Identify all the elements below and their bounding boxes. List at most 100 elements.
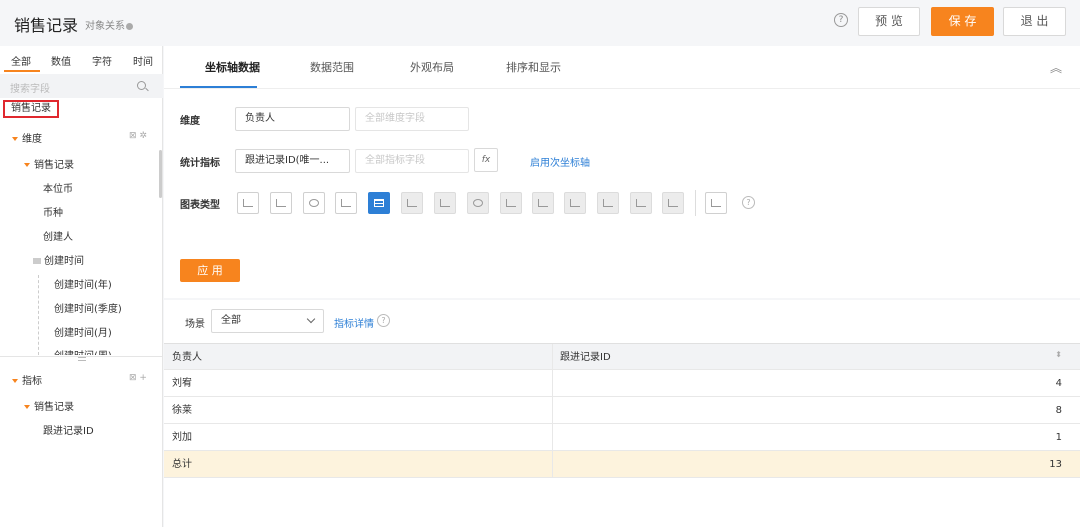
object-relation-label: 对象关系: [85, 21, 125, 32]
scene-select[interactable]: 全部: [211, 309, 324, 333]
column-header[interactable]: 负责人: [172, 344, 202, 371]
field-search[interactable]: 搜索字段: [0, 74, 163, 98]
caret-down-icon: [12, 379, 18, 383]
tab-string[interactable]: 字符: [92, 53, 112, 68]
field-item[interactable]: 跟进记录ID: [43, 422, 94, 437]
object-relation-link[interactable]: 对象关系: [85, 17, 133, 32]
metric-detail-link[interactable]: 指标详情: [334, 315, 374, 330]
save-button[interactable]: 保 存: [931, 7, 994, 36]
exit-button[interactable]: 退 出: [1003, 7, 1066, 36]
help-icon[interactable]: ?: [742, 196, 755, 209]
card-chart-icon[interactable]: [434, 192, 456, 214]
selected-object[interactable]: 销售记录: [3, 100, 59, 118]
area-chart-icon[interactable]: [401, 192, 423, 214]
field-item[interactable]: 创建时间(季度): [54, 300, 122, 315]
chart-config-panel: 坐标轴数据 数据范围 外观布局 排序和显示 ︽ 维度 负责人 全部维度字段 统计…: [164, 46, 1080, 298]
stacked-line-icon[interactable]: [597, 192, 619, 214]
funnel-chart-icon[interactable]: [335, 192, 357, 214]
search-icon[interactable]: [137, 81, 146, 90]
help-icon[interactable]: ?: [377, 314, 390, 327]
info-icon: [126, 23, 133, 30]
dimension-tools[interactable]: ⊠ ✲: [129, 131, 147, 141]
cell-value: 8: [1055, 405, 1062, 416]
table-chart-icon[interactable]: [368, 192, 390, 214]
dimension-group[interactable]: 维度: [12, 130, 42, 145]
chart-type-divider: [695, 190, 696, 216]
tree-connector: [38, 275, 39, 355]
tab-all[interactable]: 全部: [11, 53, 31, 68]
field-item[interactable]: 币种: [43, 204, 63, 219]
cell-owner: 徐莱: [172, 405, 192, 416]
chart-type-label: 图表类型: [180, 200, 220, 211]
top-header: 销售记录 对象关系 ? 预 览 保 存 退 出: [0, 0, 1080, 46]
gauge-chart-icon[interactable]: [467, 192, 489, 214]
pivot-table-icon[interactable]: [662, 192, 684, 214]
cell-owner: 刘加: [172, 432, 192, 443]
preview-panel: 场景 全部 指标详情 ? 负责人 跟进记录ID ⬍ 刘宥 4 徐莱 8 刘加 1…: [164, 300, 1080, 527]
region-map-icon[interactable]: [532, 192, 554, 214]
resize-handle[interactable]: [78, 357, 86, 361]
line-chart-icon[interactable]: [270, 192, 292, 214]
tab-sort-display[interactable]: 排序和显示: [506, 59, 561, 75]
scatter-chart-icon[interactable]: [705, 192, 727, 214]
metric-drop-area[interactable]: 全部指标字段: [355, 149, 469, 173]
dimension-group-label: 维度: [22, 134, 42, 145]
cell-value: 1: [1055, 432, 1062, 443]
caret-down-icon: [12, 137, 18, 141]
total-value: 13: [1049, 459, 1062, 470]
metric-group[interactable]: 指标: [12, 372, 42, 387]
tab-numeric[interactable]: 数值: [51, 53, 71, 68]
formula-button[interactable]: fx: [474, 148, 498, 172]
preview-button[interactable]: 预 览: [858, 7, 920, 36]
field-item[interactable]: 创建人: [43, 228, 73, 243]
bar-chart-icon[interactable]: [237, 192, 259, 214]
collapse-icon[interactable]: ︽: [1050, 59, 1062, 76]
metric-label: 统计指标: [180, 158, 220, 169]
folder-icon: [33, 258, 41, 264]
field-item[interactable]: 创建时间(月): [54, 324, 112, 339]
search-input[interactable]: 搜索字段: [10, 80, 50, 95]
metric-group-label: 指标: [22, 376, 42, 387]
column-header[interactable]: 跟进记录ID: [560, 344, 611, 371]
page-title: 销售记录: [14, 16, 79, 35]
sort-icon[interactable]: ⬍: [1055, 351, 1062, 359]
cell-value: 4: [1055, 378, 1062, 389]
scene-label: 场景: [185, 319, 205, 330]
time-group-label: 创建时间: [44, 256, 84, 267]
metric-field[interactable]: 跟进记录ID(唯一...: [235, 149, 350, 173]
caret-down-icon: [24, 405, 30, 409]
dimension-object-label: 销售记录: [34, 160, 74, 171]
scene-value: 全部: [221, 315, 241, 326]
map-chart-icon[interactable]: [500, 192, 522, 214]
dimension-object[interactable]: 销售记录: [24, 156, 74, 171]
tab-time[interactable]: 时间: [133, 53, 153, 68]
stacked-bar-icon[interactable]: [564, 192, 586, 214]
tab-appearance[interactable]: 外观布局: [410, 59, 454, 75]
active-tab-indicator: [4, 70, 40, 72]
field-item[interactable]: 创建时间(周): [54, 347, 112, 355]
help-icon[interactable]: ?: [834, 13, 848, 27]
metric-object-label: 销售记录: [34, 402, 74, 413]
time-field-group[interactable]: 创建时间: [33, 252, 84, 267]
field-panel: 全部 数值 字符 时间 搜索字段 销售记录 维度 ⊠ ✲ 销售记录 本位币 币种…: [0, 46, 163, 527]
dimension-field[interactable]: 负责人: [235, 107, 350, 131]
field-item[interactable]: 创建时间(年): [54, 276, 112, 291]
chevron-down-icon: [306, 314, 316, 324]
table-row: 刘宥 4: [164, 370, 1080, 397]
tab-axis-data[interactable]: 坐标轴数据: [205, 59, 260, 75]
total-row: 总计 13: [164, 451, 1080, 478]
apply-button[interactable]: 应 用: [180, 259, 240, 282]
table-row: 徐莱 8: [164, 397, 1080, 424]
metric-tools[interactable]: ⊠ +: [129, 373, 147, 383]
tabs-divider: [164, 88, 1080, 89]
pie-chart-icon[interactable]: [303, 192, 325, 214]
field-item[interactable]: 本位币: [43, 180, 73, 195]
tab-data-range[interactable]: 数据范围: [310, 59, 354, 75]
secondary-axis-link[interactable]: 启用次坐标轴: [530, 154, 590, 169]
scrollbar[interactable]: [159, 150, 162, 198]
metric-object[interactable]: 销售记录: [24, 398, 74, 413]
table-row: 刘加 1: [164, 424, 1080, 451]
heatmap-icon[interactable]: [630, 192, 652, 214]
dimension-drop-area[interactable]: 全部维度字段: [355, 107, 469, 131]
field-type-tabs: 全部 数值 字符 时间: [0, 46, 163, 72]
